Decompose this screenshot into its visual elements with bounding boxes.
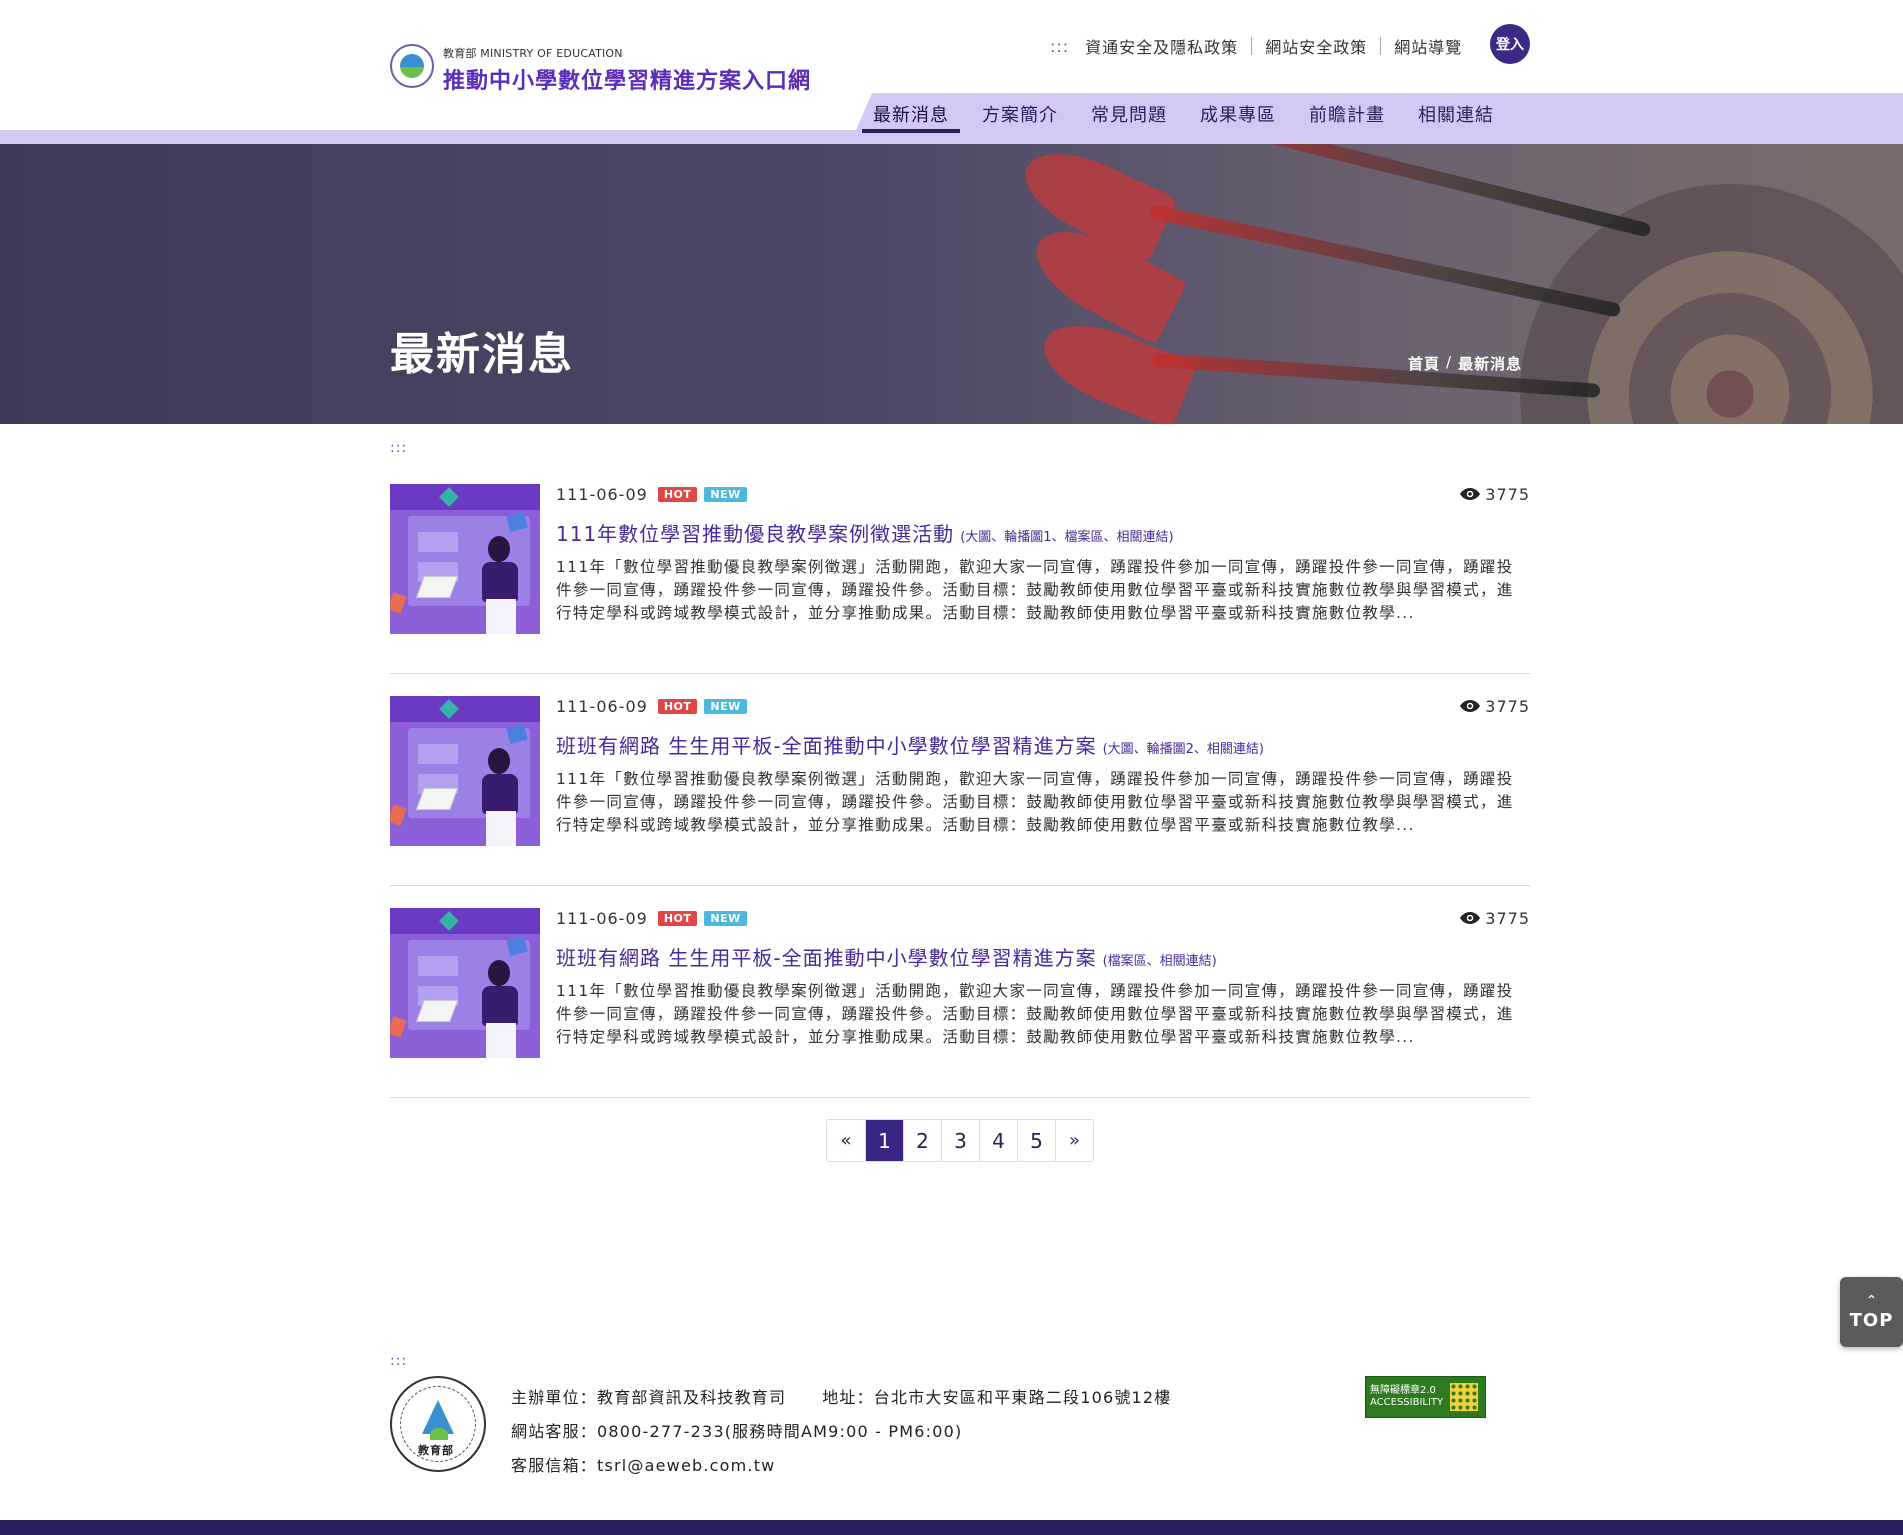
footer-bar — [0, 1520, 1903, 1535]
login-button[interactable]: 登入 — [1490, 24, 1530, 64]
page-banner: 最新消息 首頁 / 最新消息 — [0, 144, 1903, 424]
news-title-row: 班班有網路 生生用平板-全面推動中小學數位學習精進方案 (大圖、輪播圖2、相關連… — [556, 730, 1264, 759]
divider — [1251, 37, 1253, 55]
hot-badge: HOT — [657, 910, 698, 926]
accessibility-grid-icon — [1450, 1383, 1478, 1411]
view-count-value: 3775 — [1485, 696, 1530, 716]
back-to-top-label: TOP — [1849, 1309, 1894, 1331]
nav-item-news[interactable]: 最新消息 — [862, 103, 960, 133]
site-title[interactable]: 推動中小學數位學習精進方案入口網 — [443, 63, 811, 95]
security-policy-link[interactable]: 網站安全政策 — [1265, 34, 1367, 58]
view-count: 3775 — [1460, 908, 1530, 928]
breadcrumb-separator: / — [1446, 353, 1453, 371]
chevron-up-icon: ⌃ — [1865, 1292, 1878, 1309]
nav-item-results[interactable]: 成果專區 — [1189, 103, 1287, 133]
next-page-button[interactable]: » — [1055, 1120, 1093, 1161]
page-button-5[interactable]: 5 — [1017, 1120, 1055, 1161]
address-text: 地址：台北市大安區和平東路二段106號12樓 — [822, 1388, 1172, 1407]
news-tags: (大圖、輪播圖1、檔案區、相關連結) — [960, 530, 1174, 545]
news-title-link[interactable]: 班班有網路 生生用平板-全面推動中小學數位學習精進方案 — [556, 942, 1097, 971]
hot-badge: HOT — [657, 698, 698, 714]
phone-text: 網站客服：0800-277-233(服務時間AM9:00 - PM6:00) — [511, 1422, 963, 1441]
utility-links: ::: 資通安全及隱私政策 網站安全政策 網站導覽 — [1050, 34, 1462, 58]
news-item[interactable]: 111-06-09 HOT NEW 3775 班班有網路 生生用平板-全面推動中… — [390, 696, 1530, 886]
news-date: 111-06-09 — [556, 696, 648, 716]
page-button-2[interactable]: 2 — [903, 1120, 941, 1161]
breadcrumb-current: 最新消息 — [1458, 355, 1523, 373]
news-title-link[interactable]: 111年數位學習推動優良教學案例徵選活動 — [556, 518, 954, 547]
news-meta: 111-06-09 HOT NEW — [556, 696, 754, 716]
view-count: 3775 — [1460, 484, 1530, 504]
eye-icon — [1460, 700, 1481, 712]
content-accesskey-dots[interactable]: ::: — [390, 440, 407, 456]
news-thumbnail-image[interactable] — [390, 696, 540, 846]
news-title-row: 111年數位學習推動優良教學案例徵選活動 (大圖、輪播圖1、檔案區、相關連結) — [556, 518, 1174, 547]
dart-image — [1149, 204, 1622, 318]
news-meta: 111-06-09 HOT NEW — [556, 908, 754, 928]
page-button-4[interactable]: 4 — [979, 1120, 1017, 1161]
seal-text: 教育部 — [418, 1444, 454, 1457]
back-to-top-button[interactable]: ⌃ TOP — [1840, 1277, 1903, 1347]
news-summary: 111年「數位學習推動優良教學案例徵選」活動開跑，歡迎大家一同宣傳，踴躍投件參加… — [556, 558, 1514, 622]
new-badge: NEW — [704, 486, 747, 502]
email-text[interactable]: 客服信箱：tsrl@aeweb.com.tw — [511, 1449, 775, 1483]
pagination: « 1 2 3 4 5 » — [826, 1119, 1094, 1162]
main-nav: 最新消息 方案簡介 常見問題 成果專區 前瞻計畫 相關連結 — [862, 103, 1516, 137]
new-badge: NEW — [704, 910, 747, 926]
breadcrumb-home[interactable]: 首頁 — [1408, 353, 1440, 374]
nav-item-faq[interactable]: 常見問題 — [1080, 103, 1178, 133]
news-tags: (檔案區、相關連結) — [1102, 954, 1217, 969]
accesskey-dots[interactable]: ::: — [1050, 37, 1069, 56]
page-title: 最新消息 — [390, 329, 574, 380]
view-count: 3775 — [1460, 696, 1530, 716]
news-thumbnail-image[interactable] — [390, 908, 540, 1058]
news-thumbnail-image[interactable] — [390, 484, 540, 634]
nav-item-links[interactable]: 相關連結 — [1407, 103, 1505, 133]
prev-page-button[interactable]: « — [827, 1120, 865, 1161]
news-item[interactable]: 111-06-09 HOT NEW 3775 111年數位學習推動優良教學案例徵… — [390, 484, 1530, 674]
hot-badge: HOT — [657, 486, 698, 502]
page-button-3[interactable]: 3 — [941, 1120, 979, 1161]
nav-item-about[interactable]: 方案簡介 — [971, 103, 1069, 133]
breadcrumb: 首頁 / 最新消息 — [1408, 353, 1522, 374]
news-summary: 111年「數位學習推動優良教學案例徵選」活動開跑，歡迎大家一同宣傳，踴躍投件參加… — [556, 770, 1514, 834]
sitemap-link[interactable]: 網站導覽 — [1394, 34, 1462, 58]
organizer-text: 主辦單位：教育部資訊及科技教育司 — [511, 1388, 787, 1407]
eye-icon — [1460, 488, 1481, 500]
news-meta: 111-06-09 HOT NEW — [556, 484, 754, 504]
footer-accesskey-dots[interactable]: ::: — [390, 1353, 407, 1369]
divider — [1380, 37, 1382, 55]
privacy-policy-link[interactable]: 資通安全及隱私政策 — [1085, 34, 1238, 58]
news-date: 111-06-09 — [556, 908, 648, 928]
ministry-logo-icon[interactable] — [390, 44, 434, 88]
view-count-value: 3775 — [1485, 908, 1530, 928]
new-badge: NEW — [704, 698, 747, 714]
news-summary: 111年「數位學習推動優良教學案例徵選」活動開跑，歡迎大家一同宣傳，踴躍投件參加… — [556, 982, 1514, 1046]
accessibility-badge[interactable]: 無障礙標章2.0 ACCESSIBILITY — [1365, 1376, 1486, 1418]
footer-info: 主辦單位：教育部資訊及科技教育司 地址：台北市大安區和平東路二段106號12樓 … — [511, 1381, 1172, 1483]
news-title-row: 班班有網路 生生用平板-全面推動中小學數位學習精進方案 (檔案區、相關連結) — [556, 942, 1217, 971]
news-tags: (大圖、輪播圖2、相關連結) — [1102, 742, 1264, 757]
accessibility-badge-text: 無障礙標章2.0 ACCESSIBILITY — [1370, 1385, 1444, 1408]
ministry-seal-icon: 教育部 — [390, 1376, 486, 1472]
site-header: 教育部 MINISTRY OF EDUCATION 推動中小學數位學習精進方案入… — [0, 0, 1903, 144]
news-item[interactable]: 111-06-09 HOT NEW 3775 班班有網路 生生用平板-全面推動中… — [390, 908, 1530, 1098]
news-title-link[interactable]: 班班有網路 生生用平板-全面推動中小學數位學習精進方案 — [556, 730, 1097, 759]
view-count-value: 3775 — [1485, 484, 1530, 504]
news-date: 111-06-09 — [556, 484, 648, 504]
nav-item-forward-plan[interactable]: 前瞻計畫 — [1298, 103, 1396, 133]
ministry-name: 教育部 MINISTRY OF EDUCATION — [443, 47, 623, 60]
eye-icon — [1460, 912, 1481, 924]
page-button-1[interactable]: 1 — [865, 1120, 903, 1161]
